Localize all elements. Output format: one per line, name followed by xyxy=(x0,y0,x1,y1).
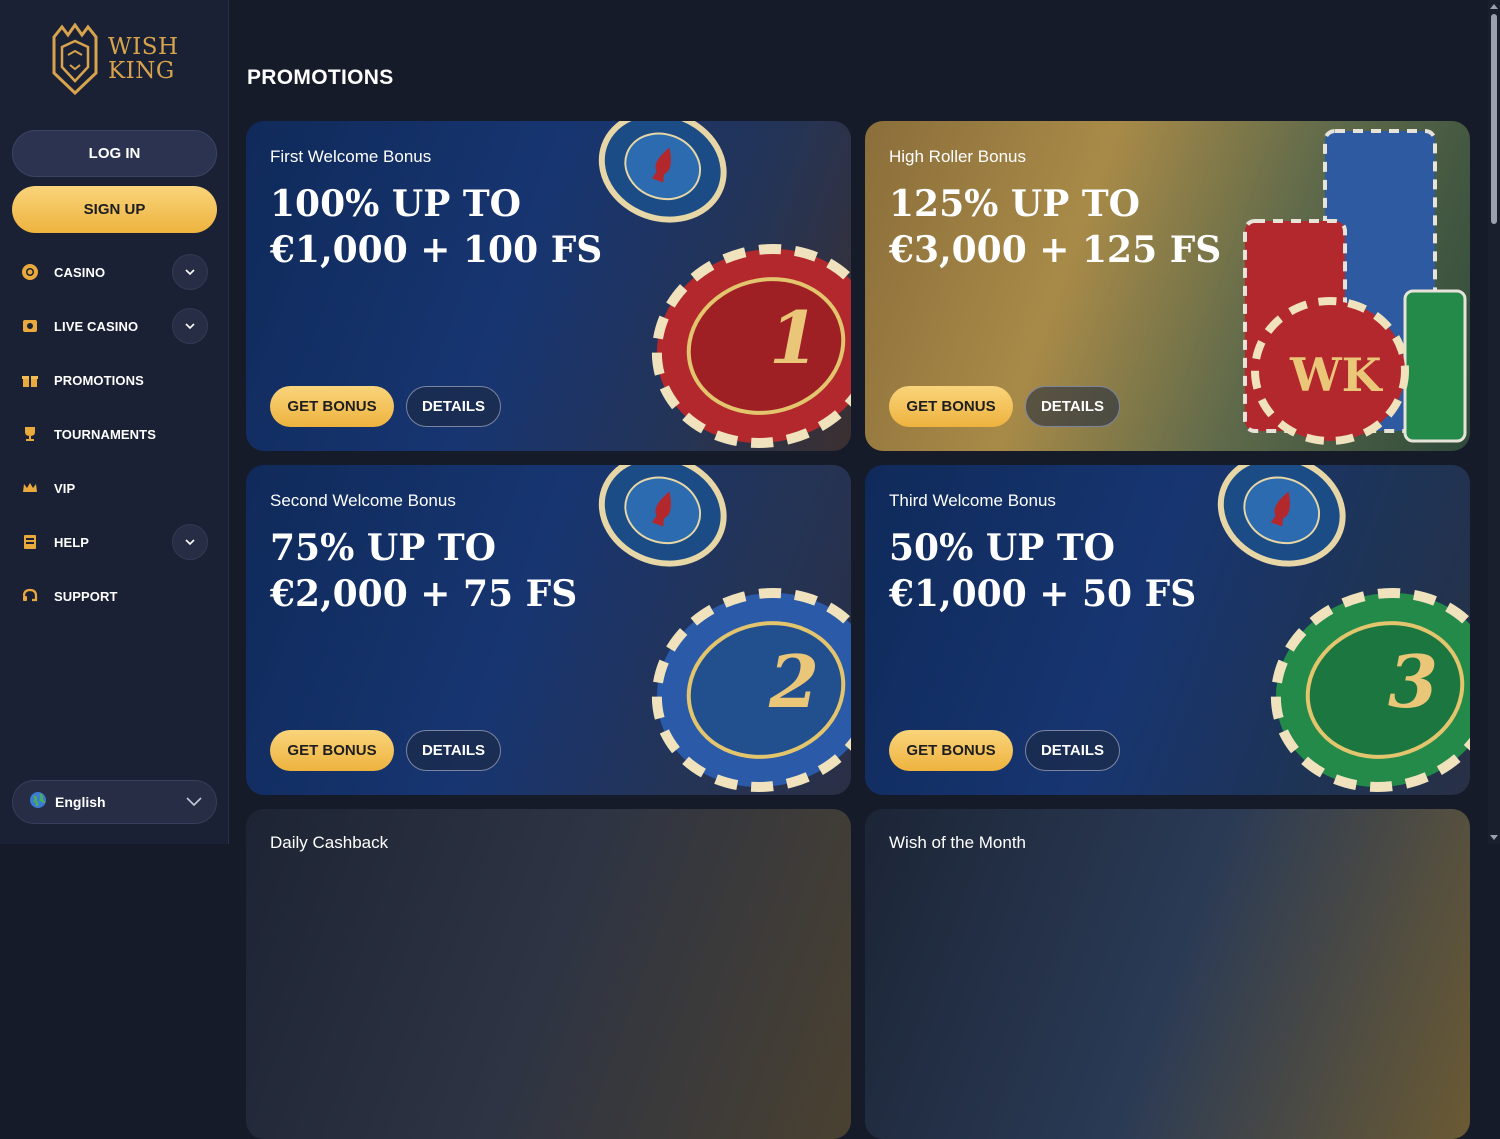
chevron-down-icon[interactable] xyxy=(172,524,208,560)
promo-title-line2: €2,000 + 75 FS xyxy=(270,573,578,615)
gift-icon xyxy=(18,368,42,392)
details-button[interactable]: DETAILS xyxy=(1025,386,1120,427)
get-bonus-button[interactable]: GET BONUS xyxy=(270,386,394,427)
promo-card[interactable]: 2 Second Welcome Bonus 75% UP TO €2,000 … xyxy=(246,465,851,795)
chip-label: 1 xyxy=(769,295,819,380)
promo-subtitle: Daily Cashback xyxy=(270,833,389,852)
lion-crest-icon xyxy=(52,23,98,95)
promo-title-line2: €1,000 + 50 FS xyxy=(889,573,1197,615)
promo-card[interactable]: Wish of the Month xyxy=(865,809,1470,1139)
sidebar-item-casino[interactable]: CASINO xyxy=(18,252,210,292)
scroll-down-icon[interactable] xyxy=(1490,833,1498,841)
promo-card[interactable]: 3 Third Welcome Bonus 50% UP TO €1,000 +… xyxy=(865,465,1470,795)
live-dealer-icon xyxy=(18,314,42,338)
promo-title: 100% UP TO €1,000 + 100 FS xyxy=(270,181,630,273)
promo-title-line1: 75% UP TO xyxy=(270,527,496,569)
sidebar-item-label: TOURNAMENTS xyxy=(54,426,156,442)
promo-subtitle: Second Welcome Bonus xyxy=(270,491,456,510)
chevron-down-icon[interactable] xyxy=(172,254,208,290)
chip-label: WK xyxy=(1289,348,1384,402)
get-bonus-button[interactable]: GET BONUS xyxy=(889,730,1013,771)
casino-chip-art: 3 xyxy=(1217,465,1470,793)
get-bonus-button[interactable]: GET BONUS xyxy=(889,386,1013,427)
promo-subtitle: Wish of the Month xyxy=(889,833,1027,852)
brand-name: WISH KING xyxy=(108,35,179,83)
promo-card[interactable]: 1 First Welcome Bonus 100% UP TO €1,000 … xyxy=(246,121,851,451)
sidebar-item-vip[interactable]: VIP xyxy=(18,468,210,508)
sidebar-item-promotions[interactable]: PROMOTIONS xyxy=(18,360,210,400)
chip-label: 2 xyxy=(768,639,819,724)
sidebar-item-support[interactable]: SUPPORT xyxy=(18,576,210,616)
promo-title-line1: 125% UP TO xyxy=(889,183,1141,225)
chip-label: 3 xyxy=(1388,639,1438,724)
page-scrollbar[interactable] xyxy=(1488,0,1500,844)
scrollbar-thumb[interactable] xyxy=(1491,14,1497,224)
promo-title-line1: 50% UP TO xyxy=(889,527,1115,569)
sidebar-item-tournaments[interactable]: TOURNAMENTS xyxy=(18,414,210,454)
sidebar-item-live-casino[interactable]: LIVE CASINO xyxy=(18,306,210,346)
promo-title: 125% UP TO €3,000 + 125 FS xyxy=(889,181,1249,273)
promo-title-line2: €1,000 + 100 FS xyxy=(270,229,603,271)
casino-chip-art: 1 xyxy=(598,121,851,449)
sidebar: WISH KING LOG IN SIGN UP CASINO LIVE CAS… xyxy=(0,0,229,844)
sidebar-item-label: CASINO xyxy=(54,264,106,280)
globe-icon xyxy=(29,791,47,814)
scroll-up-icon[interactable] xyxy=(1490,3,1498,11)
chip-icon xyxy=(18,260,42,284)
promo-title-line1: 100% UP TO xyxy=(270,183,522,225)
language-label: English xyxy=(55,794,106,810)
casino-chip-art: 2 xyxy=(598,465,851,793)
trophy-icon xyxy=(18,422,42,446)
details-button[interactable]: DETAILS xyxy=(406,730,501,771)
sidebar-item-label: PROMOTIONS xyxy=(54,372,144,388)
sidebar-item-help[interactable]: HELP xyxy=(18,522,210,562)
card-background xyxy=(865,809,1470,1139)
support-chat-icon xyxy=(18,584,42,608)
language-selector[interactable]: English xyxy=(12,780,217,824)
card-background xyxy=(246,809,851,1139)
promo-card[interactable]: Daily Cashback xyxy=(246,809,851,1139)
get-bonus-button[interactable]: GET BONUS xyxy=(270,730,394,771)
crown-icon xyxy=(18,476,42,500)
promo-title-line2: €3,000 + 125 FS xyxy=(889,229,1222,271)
details-button[interactable]: DETAILS xyxy=(406,386,501,427)
promo-title: 50% UP TO €1,000 + 50 FS xyxy=(889,525,1249,617)
promo-title: 75% UP TO €2,000 + 75 FS xyxy=(270,525,630,617)
details-button[interactable]: DETAILS xyxy=(1025,730,1120,771)
sidebar-item-label: VIP xyxy=(54,480,76,496)
promo-card[interactable]: WK High Roller Bonus 125% UP TO €3,000 +… xyxy=(865,121,1470,451)
brand-name-line2: KING xyxy=(108,58,175,84)
help-book-icon xyxy=(18,530,42,554)
chevron-down-icon xyxy=(186,794,202,812)
brand-logo[interactable]: WISH KING xyxy=(48,22,188,96)
chevron-down-icon[interactable] xyxy=(172,308,208,344)
signup-button[interactable]: SIGN UP xyxy=(12,186,217,233)
sidebar-item-label: SUPPORT xyxy=(54,588,118,604)
promo-subtitle: High Roller Bonus xyxy=(889,147,1027,166)
sidebar-item-label: HELP xyxy=(54,534,90,550)
promo-subtitle: First Welcome Bonus xyxy=(270,147,432,166)
promo-subtitle: Third Welcome Bonus xyxy=(889,491,1056,510)
login-button[interactable]: LOG IN xyxy=(12,130,217,177)
casino-chip-stack-art: WK xyxy=(1243,129,1467,445)
page-title: PROMOTIONS xyxy=(247,66,394,89)
brand-name-line1: WISH xyxy=(108,34,179,60)
sidebar-item-label: LIVE CASINO xyxy=(54,318,139,334)
